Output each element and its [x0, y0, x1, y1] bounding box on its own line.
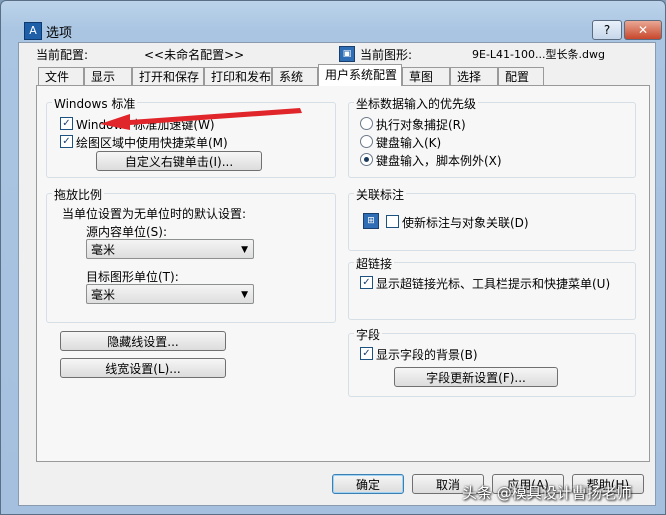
drag-scale-title: 拖放比例 [52, 186, 105, 203]
help-title-button[interactable]: ? [592, 20, 622, 40]
radio-keyboard[interactable] [360, 135, 373, 148]
app-icon: A [24, 22, 42, 40]
field-update-settings-button[interactable]: 字段更新设置(F)... [394, 367, 558, 387]
tab-selection[interactable]: 选择 [450, 67, 498, 85]
window-title: 选项 [46, 26, 73, 41]
current-profile-label: 当前配置: [36, 48, 89, 62]
chevron-down-icon: ▼ [241, 290, 248, 300]
chevron-down-icon: ▼ [241, 245, 248, 255]
tab-profiles[interactable]: 配置 [498, 67, 544, 85]
assoc-dim-label: 使新标注与对象关联(D) [402, 216, 529, 230]
coord-priority-title: 坐标数据输入的优先级 [354, 95, 479, 112]
radio-keyboard-except-scripts-label: 键盘输入，脚本例外(X) [376, 154, 502, 168]
field-background-checkbox[interactable]: ✓ [360, 347, 373, 360]
field-background-label: 显示字段的背景(B) [376, 348, 478, 362]
radio-object-snap-label: 执行对象捕捉(R) [376, 118, 466, 132]
shortcut-menu-checkbox[interactable]: ✓ [60, 135, 73, 148]
hyperlink-checkbox[interactable]: ✓ [360, 276, 373, 289]
fields-title: 字段 [354, 326, 383, 343]
source-units-value: 毫米 [91, 243, 116, 257]
ok-button[interactable]: 确定 [332, 474, 404, 494]
close-button[interactable]: ✕ [624, 20, 662, 40]
hidden-line-settings-button[interactable]: 隐藏线设置... [60, 331, 226, 351]
title-bar[interactable] [1, 1, 665, 31]
tab-user-preferences[interactable]: 用户系统配置 [318, 64, 402, 86]
tab-drafting[interactable]: 草图 [402, 67, 450, 85]
hyperlink-label: 显示超链接光标、工具栏提示和快捷菜单(U) [376, 277, 611, 291]
scale-description: 当单位设置为无单位时的默认设置: [62, 207, 247, 221]
current-drawing-label: 当前图形: [360, 48, 413, 62]
double-click-checkbox[interactable]: ✓ [60, 117, 73, 130]
target-units-value: 毫米 [91, 288, 116, 302]
annotation-arrow-icon [100, 108, 302, 130]
tab-system[interactable]: 系统 [272, 67, 318, 85]
source-units-select[interactable]: 毫米 ▼ [86, 239, 254, 259]
tab-open-save[interactable]: 打开和保存 [132, 67, 204, 85]
source-units-label: 源内容单位(S): [86, 225, 168, 239]
custom-right-click-button[interactable]: 自定义右键单击(I)... [96, 151, 262, 171]
radio-object-snap[interactable] [360, 117, 373, 130]
target-units-label: 目标图形单位(T): [86, 270, 179, 284]
tab-display[interactable]: 显示 [84, 67, 132, 85]
assoc-dim-checkbox[interactable] [386, 215, 399, 228]
radio-keyboard-except-scripts[interactable] [360, 153, 373, 166]
tab-plot-publish[interactable]: 打印和发布 [204, 67, 272, 85]
shortcut-menu-label: 绘图区域中使用快捷菜单(M) [76, 136, 228, 150]
tab-files[interactable]: 文件 [38, 67, 84, 85]
target-units-select[interactable]: 毫米 ▼ [86, 284, 254, 304]
radio-keyboard-label: 键盘输入(K) [376, 136, 442, 150]
current-drawing-value: 9E-L41-100...型长条.dwg [472, 48, 605, 61]
dimension-icon: ⊞ [363, 213, 379, 229]
drawing-icon: ▣ [339, 46, 355, 62]
assoc-dim-title: 关联标注 [354, 186, 407, 203]
current-profile-value: <<未命名配置>> [144, 48, 245, 62]
hyperlink-title: 超链接 [354, 255, 395, 272]
lineweight-settings-button[interactable]: 线宽设置(L)... [60, 358, 226, 378]
watermark: 头条 @模具设计曹扬老师 [462, 484, 632, 502]
